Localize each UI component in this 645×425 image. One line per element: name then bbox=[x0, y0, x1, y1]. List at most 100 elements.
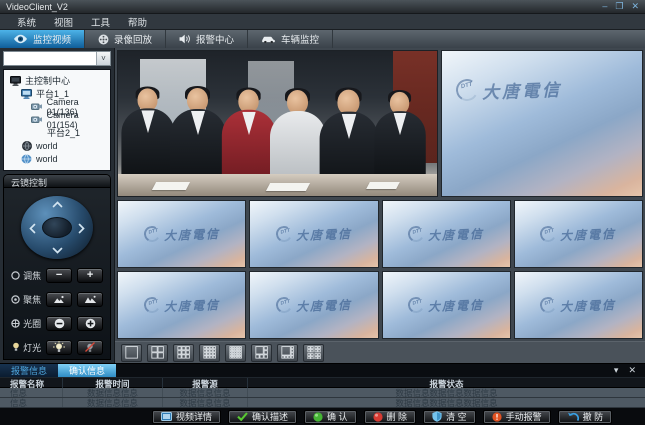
ptz-left-arrow[interactable] bbox=[29, 223, 36, 234]
person-figure bbox=[374, 92, 426, 180]
ptz-control-row: 调焦 − + bbox=[4, 263, 110, 287]
tree-item-label: world bbox=[36, 141, 58, 151]
ptz-center-knob[interactable] bbox=[42, 217, 72, 238]
video-tile[interactable]: DTT 大唐電信 bbox=[514, 200, 643, 268]
watermark-text: 大唐電信 bbox=[482, 76, 563, 104]
video-tile[interactable]: DTT 大唐電信 bbox=[382, 271, 511, 339]
sidebar: ˅ 主控制中心 平台1_1 Camera bbox=[0, 48, 115, 363]
tree-item-icon bbox=[20, 153, 33, 164]
layout-split-button[interactable] bbox=[251, 344, 272, 362]
ptz-increase-button[interactable]: + bbox=[77, 268, 103, 283]
nav-tab[interactable]: 报警中心 bbox=[166, 30, 248, 48]
nav-tab-label: 监控视频 bbox=[33, 32, 71, 46]
menu-item[interactable]: 视图 bbox=[45, 15, 82, 29]
video-tile[interactable]: DTT 大唐電信 bbox=[249, 200, 378, 268]
video-tile[interactable]: DTT 大唐電信 bbox=[514, 271, 643, 339]
ptz-decrease-button[interactable] bbox=[46, 292, 72, 307]
alarm-tab[interactable]: 确认信息 bbox=[58, 364, 116, 377]
ptz-decrease-button[interactable]: − bbox=[46, 268, 72, 283]
window-control-button[interactable]: ✕ bbox=[631, 2, 639, 11]
tree-item-icon bbox=[31, 101, 44, 112]
window-control-button[interactable]: – bbox=[602, 2, 607, 11]
layout-split-button[interactable] bbox=[277, 344, 298, 362]
window-control-button[interactable]: ❐ bbox=[615, 2, 623, 11]
dtt-logo-icon: DTT bbox=[142, 295, 161, 314]
tree-item[interactable]: world bbox=[4, 139, 110, 152]
collapse-panel-icon[interactable]: ▾ bbox=[614, 366, 619, 375]
nav-tab[interactable]: 录像回放 bbox=[85, 30, 166, 48]
person-figure bbox=[222, 89, 276, 182]
device-combo: ˅ bbox=[3, 51, 111, 66]
tree-item-label: 平台2_1 bbox=[47, 126, 80, 139]
ptz-dpad[interactable] bbox=[21, 196, 93, 259]
alarm-action-button[interactable]: 视频详情 bbox=[152, 410, 221, 424]
button-icon bbox=[492, 412, 502, 422]
button-icon bbox=[237, 412, 248, 421]
layout-split-button[interactable] bbox=[121, 344, 142, 362]
nav-tab-icon bbox=[13, 34, 28, 44]
ptz-row-icon bbox=[11, 319, 20, 328]
datang-watermark: DTT 大唐電信 bbox=[456, 77, 562, 102]
video-tile-grid: DTT 大唐電信 DTT 大唐電信 bbox=[117, 200, 643, 339]
watermark-text: 大唐電信 bbox=[428, 296, 485, 315]
button-label: 清 空 bbox=[446, 410, 467, 423]
cell-alarm-source: 数据信息信息 bbox=[162, 398, 247, 407]
layout-split-button[interactable] bbox=[303, 344, 324, 362]
datang-watermark: DTT 大唐電信 bbox=[276, 297, 352, 314]
ptz-control-row: 灯光 bbox=[4, 335, 110, 359]
video-tile[interactable]: DTT 大唐電信 bbox=[382, 200, 511, 268]
alarm-action-button[interactable]: 清 空 bbox=[423, 410, 476, 424]
device-combo-input[interactable] bbox=[4, 52, 96, 65]
nav-tab[interactable]: 车辆监控 bbox=[248, 30, 333, 48]
tree-item[interactable]: world bbox=[4, 152, 110, 165]
alarm-action-button[interactable]: 删 除 bbox=[364, 410, 417, 424]
ptz-down-arrow[interactable] bbox=[52, 247, 63, 254]
dtt-logo-icon: DTT bbox=[142, 224, 161, 243]
ptz-increase-button[interactable] bbox=[77, 316, 103, 331]
ptz-panel-title: 云镜控制 bbox=[4, 175, 110, 188]
video-tile[interactable]: DTT 大唐電信 bbox=[117, 200, 246, 268]
video-tile[interactable]: DTT 大唐電信 bbox=[441, 50, 643, 197]
ptz-decrease-button[interactable] bbox=[46, 340, 72, 355]
ptz-row-label: 聚焦 bbox=[23, 293, 41, 306]
alarm-tab[interactable]: 报警信息 bbox=[0, 364, 58, 377]
ptz-right-arrow[interactable] bbox=[78, 223, 85, 234]
ptz-decrease-button[interactable] bbox=[46, 316, 72, 331]
ptz-control-row: 光圈 bbox=[4, 311, 110, 335]
close-panel-icon[interactable]: ✕ bbox=[628, 366, 636, 375]
menu-item[interactable]: 帮助 bbox=[119, 15, 156, 29]
cell-alarm-time: 数据信息信息 bbox=[62, 388, 162, 397]
screen-layout-bar bbox=[115, 341, 645, 363]
layout-split-button[interactable] bbox=[225, 344, 246, 362]
layout-split-button[interactable] bbox=[173, 344, 194, 362]
datang-watermark: DTT 大唐電信 bbox=[540, 297, 616, 314]
nav-tab[interactable]: 监控视频 bbox=[0, 30, 85, 48]
dtt-logo-icon: DTT bbox=[454, 76, 481, 103]
ptz-increase-button[interactable] bbox=[77, 340, 103, 355]
alarm-action-button[interactable]: 撤 防 bbox=[558, 410, 613, 424]
layout-split-button[interactable] bbox=[147, 344, 168, 362]
title-bar: VideoClient_V2 –❐✕ bbox=[0, 0, 645, 14]
cell-alarm-source: 数据信息信息 bbox=[162, 388, 247, 397]
tree-item[interactable]: 主控制中心 bbox=[4, 74, 110, 87]
video-tile[interactable]: DTT 大唐電信 bbox=[249, 271, 378, 339]
combo-dropdown-icon[interactable]: ˅ bbox=[96, 52, 110, 65]
cell-alarm-status: 数据信息数据信息数据信息 bbox=[247, 388, 645, 397]
alarm-action-button[interactable]: 确认描述 bbox=[228, 410, 297, 424]
nav-tab-icon bbox=[179, 34, 191, 44]
ptz-up-arrow[interactable] bbox=[52, 201, 63, 208]
ptz-increase-button[interactable] bbox=[77, 292, 103, 307]
button-icon bbox=[161, 412, 172, 422]
menu-item[interactable]: 工具 bbox=[82, 15, 119, 29]
alarm-action-button[interactable]: 确 认 bbox=[304, 410, 357, 424]
layout-split-button[interactable] bbox=[199, 344, 220, 362]
table-row[interactable]: 信息 数据信息信息 数据信息信息 数据信息数据信息数据信息 bbox=[0, 388, 645, 398]
video-tile[interactable]: DTT 大唐電信 bbox=[117, 271, 246, 339]
ptz-row-label: 调焦 bbox=[23, 269, 41, 282]
alarm-action-button[interactable]: 手动报警 bbox=[483, 410, 551, 424]
menu-item[interactable]: 系统 bbox=[8, 15, 45, 29]
cell-alarm-name: 信息 bbox=[0, 388, 62, 397]
table-row[interactable]: 信息 数据信息信息 数据信息信息 数据信息数据信息数据信息 bbox=[0, 398, 645, 408]
tree-item[interactable]: Camera 01(154) bbox=[4, 113, 110, 126]
main-video-cell[interactable] bbox=[117, 50, 438, 197]
